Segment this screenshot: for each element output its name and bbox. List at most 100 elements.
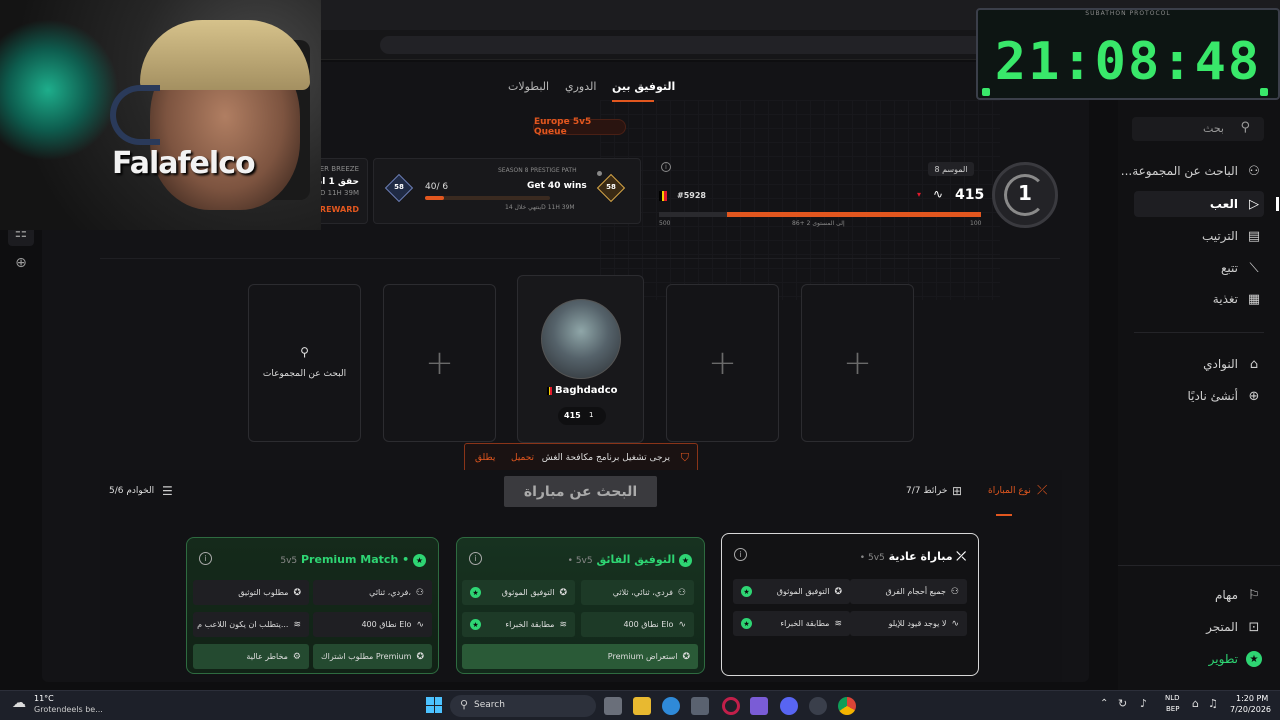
- belgium-flag-icon: [659, 191, 668, 201]
- anticheat-download-link[interactable]: تحميل: [511, 453, 534, 463]
- tab-league[interactable]: الدوري: [565, 80, 596, 93]
- mode-chip: جميع أحجام الفرق ⚇: [850, 579, 967, 604]
- star-badge-icon: ✪: [416, 651, 424, 662]
- file-explorer-icon[interactable]: [633, 697, 651, 715]
- mode-card-super[interactable]: i ★ التوفيق الفائق 5v5 • فردي، ثنائي، ثل…: [456, 537, 705, 674]
- app-icon[interactable]: [750, 697, 768, 715]
- tab-matchmaking[interactable]: التوفيق بين: [612, 80, 675, 93]
- level-badge-left: 58: [394, 183, 404, 191]
- star-badge-icon: ★: [470, 587, 481, 598]
- stream-brand-text: Falafelco: [112, 146, 256, 181]
- star-badge-icon: ✪: [682, 651, 690, 662]
- level-badge-right: 58: [606, 183, 616, 191]
- edge-icon[interactable]: [662, 697, 680, 715]
- find-match-button[interactable]: البحث عن مباراة: [504, 476, 657, 507]
- group-icon: ⚇: [677, 587, 686, 598]
- mode-card-regular[interactable]: i ⤫ مباراة عادية 5v5 • جميع أحجام الفرق ⚇…: [721, 533, 979, 676]
- queue-region-badge: Europe 5v5 Queue: [533, 117, 626, 137]
- mode-chip: ★ مطابقة الخبراء ≋: [733, 611, 850, 636]
- windows-start-icon[interactable]: [426, 697, 442, 713]
- microphone-icon[interactable]: ♪: [1140, 697, 1147, 710]
- mode-card-premium[interactable]: i 5v5 Premium Match • ★ فردي، ثنائي، ⚇ مط…: [186, 537, 439, 674]
- timer-value: 21:08:48: [994, 32, 1262, 92]
- language-code[interactable]: NLD: [1165, 694, 1180, 702]
- weather-text: Grotendeels be...: [34, 705, 103, 714]
- sidebar-item-shop[interactable]: ⊡ المتجر: [1206, 614, 1262, 640]
- tab-tournaments[interactable]: البطولات: [508, 80, 549, 93]
- sidebar-active-marker: [1276, 197, 1279, 211]
- chart-line-icon: ⟋: [1249, 260, 1259, 276]
- task-view-icon[interactable]: [604, 697, 622, 715]
- windows-taskbar: ☁ 11°C Grotendeels be... ⚲ Search ⌃ ↻ ♪ …: [0, 690, 1280, 720]
- star-badge-icon: ★: [413, 554, 426, 567]
- chrome-icon[interactable]: [838, 697, 856, 715]
- webcam-hat: [140, 20, 310, 90]
- mode-chip: ★ التوفيق الموثوق ✪: [733, 579, 850, 604]
- mode-chip: يتطلب ان يكون اللاعب م... ≋: [193, 612, 309, 637]
- info-icon[interactable]: i: [661, 162, 671, 172]
- info-icon[interactable]: i: [199, 552, 212, 565]
- sidebar-item-clubs[interactable]: ⌂ النوادي: [1203, 351, 1262, 377]
- store-icon[interactable]: [691, 697, 709, 715]
- obs-icon[interactable]: [809, 697, 827, 715]
- keyboard-layout[interactable]: BEP: [1166, 705, 1179, 713]
- party-slot-empty[interactable]: +: [801, 284, 914, 442]
- mode-title: 5v5 Premium Match • ★: [280, 553, 426, 567]
- sidebar-item-ranking[interactable]: ▤ الترتيب: [1202, 223, 1262, 249]
- clock-time[interactable]: 1:20 PM: [1236, 694, 1268, 703]
- taskbar-search-box[interactable]: ⚲ Search: [450, 695, 596, 717]
- sidebar-item-upgrade[interactable]: ★ تطوير: [1209, 646, 1262, 672]
- info-icon[interactable]: i: [469, 552, 482, 565]
- search-icon: ⚲: [300, 345, 309, 359]
- plus-icon: +: [708, 343, 737, 383]
- sidebar-item-play[interactable]: ▷ العب: [1210, 191, 1262, 217]
- mode-chip: ★ التوفيق الموثوق ✪: [462, 580, 575, 605]
- weather-icon[interactable]: ☁: [12, 695, 26, 711]
- sidebar-item-track[interactable]: ⟋ تتبع: [1221, 255, 1262, 281]
- sidebar-item-missions[interactable]: ⚐ مهام: [1215, 582, 1262, 608]
- clock-date[interactable]: 7/20/2026: [1230, 705, 1271, 714]
- search-icon: ⚲: [1240, 120, 1250, 135]
- sidebar-search-input[interactable]: بحث ⚲: [1132, 117, 1264, 141]
- sidebar-item-create-club[interactable]: ⊕ أنشئ ناديًا: [1187, 383, 1262, 409]
- add-friend-icon[interactable]: ⊕: [8, 250, 34, 276]
- timer-corner-light: [1260, 88, 1268, 96]
- maps-label[interactable]: خرائط 7/7: [906, 486, 947, 496]
- play-icon: ▷: [1249, 196, 1259, 212]
- party-search-slot[interactable]: ⚲ البحث عن المجموعات: [248, 284, 361, 442]
- missions-icon: ⚐: [1248, 587, 1260, 603]
- prestige-progress-fill: [425, 196, 444, 200]
- crossed-swords-icon: ⤫: [1037, 483, 1048, 498]
- leaderboard-icon: ▤: [1247, 228, 1261, 244]
- discord-icon[interactable]: [780, 697, 798, 715]
- party-slot-empty[interactable]: +: [666, 284, 779, 442]
- network-icon[interactable]: ⌂: [1192, 697, 1199, 710]
- rank-chevrons-icon: ≋: [293, 619, 301, 630]
- risk-icon: ⚙: [292, 651, 301, 662]
- mode-chip: ★ مطابقة الخبراء ≋: [462, 612, 575, 637]
- info-icon[interactable]: i: [734, 548, 747, 561]
- sidebar-item-label: الباحث عن المجموعة...: [1120, 164, 1238, 178]
- webcam-overlay: Falafelco: [0, 0, 321, 230]
- search-placeholder: بحث: [1203, 122, 1224, 135]
- subathon-timer: SUBATHON PROTOCOL 21:08:48: [976, 8, 1280, 100]
- party-slot-player[interactable]: Baghdadco 415 1: [517, 275, 644, 443]
- anticheat-launch-link[interactable]: يطلق: [475, 453, 495, 463]
- volume-icon[interactable]: ♫: [1208, 697, 1218, 710]
- season-badge: الموسم 8: [928, 162, 974, 176]
- mode-title: ⤫ مباراة عادية 5v5 •: [859, 549, 966, 563]
- party-slot-empty[interactable]: +: [383, 284, 496, 442]
- party-search-label: البحث عن المجموعات: [262, 369, 347, 379]
- opera-icon[interactable]: [722, 697, 740, 715]
- elo-progress-fill: [727, 212, 981, 217]
- weather-temp: 11°C: [34, 694, 54, 703]
- match-type-label[interactable]: نوع المباراة: [988, 486, 1031, 496]
- tray-chevron-icon[interactable]: ⌃: [1100, 698, 1108, 709]
- star-badge-icon: ★: [470, 619, 481, 630]
- level-number: 1: [1018, 181, 1032, 205]
- sidebar-item-party-finder[interactable]: ⚇ الباحث عن المجموعة...: [1121, 158, 1262, 184]
- servers-label[interactable]: الخوادم 5/6: [109, 486, 154, 496]
- tray-refresh-icon[interactable]: ↻: [1118, 697, 1127, 710]
- sidebar-item-feed[interactable]: ▦ تغذية: [1213, 286, 1262, 312]
- prestige-progress-text: 40/ 6: [425, 182, 449, 192]
